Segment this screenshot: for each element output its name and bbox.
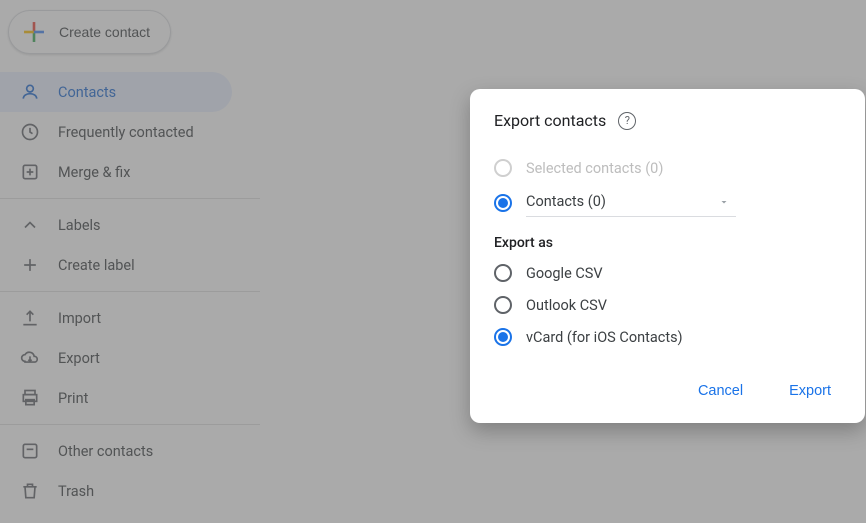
sidebar-item-label: Trash xyxy=(58,483,94,500)
sidebar-item-label: Frequently contacted xyxy=(58,124,194,141)
print-icon xyxy=(20,388,40,408)
radio-label: Selected contacts (0) xyxy=(526,160,663,177)
radio-label: Outlook CSV xyxy=(526,297,607,314)
radio-icon[interactable] xyxy=(494,194,512,212)
radio-selected-contacts: Selected contacts (0) xyxy=(494,152,841,184)
radio-contacts-dropdown[interactable]: Contacts (0) xyxy=(494,184,841,217)
history-icon xyxy=(20,122,40,142)
sidebar-item-frequently-contacted[interactable]: Frequently contacted xyxy=(0,112,232,152)
sidebar-item-trash[interactable]: Trash xyxy=(0,471,232,511)
sidebar-item-merge-fix[interactable]: Merge & fix xyxy=(0,152,232,192)
sidebar-item-other-contacts[interactable]: Other contacts xyxy=(0,431,232,471)
divider xyxy=(0,291,260,292)
export-button[interactable]: Export xyxy=(779,375,841,407)
person-icon xyxy=(20,82,40,102)
sidebar-labels-label: Labels xyxy=(58,217,101,234)
sidebar-item-label: Merge & fix xyxy=(58,164,130,181)
cloud-download-icon xyxy=(20,348,40,368)
export-contacts-dialog: Export contacts ? Selected contacts (0) … xyxy=(470,89,865,423)
divider xyxy=(0,424,260,425)
create-contact-label: Create contact xyxy=(59,24,150,40)
archive-icon xyxy=(20,441,40,461)
radio-outlook-csv[interactable]: Outlook CSV xyxy=(494,289,841,321)
dialog-actions: Cancel Export xyxy=(494,375,841,407)
radio-vcard[interactable]: vCard (for iOS Contacts) xyxy=(494,321,841,353)
dialog-header: Export contacts ? xyxy=(494,111,841,130)
upload-icon xyxy=(20,308,40,328)
sidebar-item-export[interactable]: Export xyxy=(0,338,232,378)
contacts-select[interactable]: Contacts (0) xyxy=(526,189,736,217)
dialog-title: Export contacts xyxy=(494,111,606,130)
sidebar-create-label[interactable]: Create label xyxy=(0,245,232,285)
radio-label: vCard (for iOS Contacts) xyxy=(526,329,683,346)
radio-icon[interactable] xyxy=(494,296,512,314)
select-value: Contacts (0) xyxy=(526,193,606,210)
sidebar-item-label: Import xyxy=(58,310,101,327)
sidebar-item-contacts[interactable]: Contacts xyxy=(0,72,232,112)
sidebar-item-label: Export xyxy=(58,350,100,367)
plus-small-icon xyxy=(20,255,40,275)
radio-icon[interactable] xyxy=(494,264,512,282)
sidebar-item-print[interactable]: Print xyxy=(0,378,232,418)
sidebar: Create contact Contacts Frequently conta… xyxy=(0,0,260,511)
sidebar-item-import[interactable]: Import xyxy=(0,298,232,338)
cancel-button[interactable]: Cancel xyxy=(688,375,753,407)
chevron-up-icon xyxy=(20,215,40,235)
help-icon[interactable]: ? xyxy=(618,112,636,130)
sidebar-item-label: Print xyxy=(58,390,88,407)
radio-label: Google CSV xyxy=(526,265,603,282)
create-contact-button[interactable]: Create contact xyxy=(8,10,171,54)
radio-google-csv[interactable]: Google CSV xyxy=(494,257,841,289)
divider xyxy=(0,198,260,199)
sidebar-item-label: Contacts xyxy=(58,84,116,101)
plus-icon xyxy=(21,19,47,45)
export-as-title: Export as xyxy=(494,235,841,251)
sidebar-labels-header[interactable]: Labels xyxy=(0,205,232,245)
merge-icon xyxy=(20,162,40,182)
radio-icon[interactable] xyxy=(494,328,512,346)
sidebar-item-label: Other contacts xyxy=(58,443,153,460)
radio-icon xyxy=(494,159,512,177)
trash-icon xyxy=(20,481,40,501)
sidebar-item-label: Create label xyxy=(58,257,135,274)
chevron-down-icon xyxy=(718,196,730,208)
